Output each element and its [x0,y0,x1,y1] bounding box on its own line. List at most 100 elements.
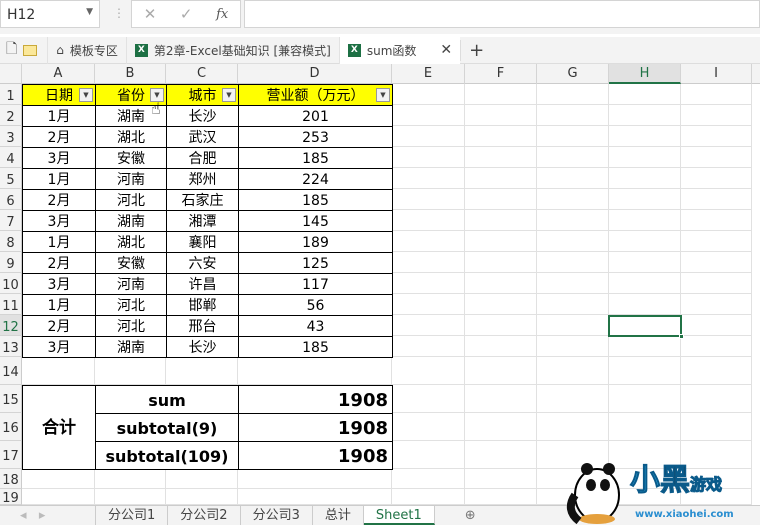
cell[interactable] [392,126,465,147]
tab-sum-function[interactable]: Xsum函数 ✕ [338,36,461,64]
row-header-16[interactable]: 16 [0,413,22,441]
column-header-G[interactable]: G [537,64,609,84]
cell[interactable] [392,189,465,210]
data-cell[interactable]: 合肥 [166,147,239,169]
cell[interactable] [465,210,537,231]
data-cell[interactable]: 河南 [95,168,167,190]
data-cell[interactable]: 湖北 [95,231,167,253]
cell[interactable] [392,357,465,385]
data-cell[interactable]: 1月 [22,168,96,190]
data-cell[interactable]: 湖南 [95,210,167,232]
fx-icon[interactable]: fx [216,7,228,22]
data-cell[interactable]: 185 [238,147,393,169]
row-header-9[interactable]: 9 [0,252,22,273]
row-header-6[interactable]: 6 [0,189,22,210]
cell[interactable] [537,294,609,315]
row-header-19[interactable]: 19 [0,489,22,506]
add-tab-icon[interactable]: + [460,39,492,61]
cell[interactable] [166,357,238,385]
cell[interactable] [22,357,95,385]
header-cell-2[interactable]: 城市 ▼ [166,84,239,106]
cell[interactable] [609,273,681,294]
data-cell[interactable]: 河北 [95,294,167,316]
cell[interactable] [392,210,465,231]
column-header-I[interactable]: I [681,64,752,84]
new-file-icon[interactable]: 🗋 [0,38,23,62]
cell[interactable] [681,105,752,126]
data-cell[interactable]: 许昌 [166,273,239,295]
cell[interactable] [537,210,609,231]
cell[interactable] [166,469,238,489]
header-cell-3[interactable]: 营业额（万元） ▼ [238,84,393,106]
cell[interactable] [392,469,465,489]
sheet-tab-total[interactable]: 总计 [313,506,364,525]
cell[interactable] [537,84,609,105]
data-cell[interactable]: 3月 [22,336,96,358]
cell[interactable] [609,336,681,357]
cell[interactable] [609,252,681,273]
chevron-down-icon[interactable]: ▼ [86,7,93,17]
cell[interactable] [22,469,95,489]
cell[interactable] [609,147,681,168]
cell[interactable] [465,168,537,189]
close-icon[interactable]: ✕ [440,42,452,58]
data-cell[interactable]: 201 [238,105,393,127]
cell[interactable] [465,273,537,294]
column-header-F[interactable]: F [465,64,537,84]
row-header-4[interactable]: 4 [0,147,22,168]
cell[interactable] [392,489,465,505]
row-header-18[interactable]: 18 [0,469,22,489]
cell[interactable] [392,231,465,252]
row-header-2[interactable]: 2 [0,105,22,126]
cell[interactable] [95,469,166,489]
cell[interactable] [681,126,752,147]
row-header-5[interactable]: 5 [0,168,22,189]
data-cell[interactable]: 长沙 [166,336,239,358]
data-cell[interactable]: 2月 [22,315,96,337]
selected-cell-h12[interactable] [608,315,684,339]
sheet-tab-sheet1[interactable]: Sheet1 [363,506,435,525]
summary-value[interactable]: 1908 [238,385,393,414]
cell[interactable] [392,105,465,126]
cell[interactable] [609,126,681,147]
row-header-10[interactable]: 10 [0,273,22,294]
column-header-A[interactable]: A [22,64,95,84]
data-cell[interactable]: 郑州 [166,168,239,190]
cell[interactable] [681,413,752,441]
row-header-13[interactable]: 13 [0,336,22,357]
cell[interactable] [22,489,95,505]
cell[interactable] [465,441,537,469]
cell[interactable] [465,357,537,385]
cell[interactable] [537,189,609,210]
cell[interactable] [681,210,752,231]
cell[interactable] [609,413,681,441]
data-cell[interactable]: 湘潭 [166,210,239,232]
filter-dropdown-icon[interactable]: ▼ [79,88,93,102]
cell[interactable] [537,105,609,126]
enter-icon[interactable]: ✓ [180,5,193,23]
cell[interactable] [465,231,537,252]
cell[interactable] [537,147,609,168]
data-cell[interactable]: 145 [238,210,393,232]
data-cell[interactable]: 2月 [22,252,96,274]
cell[interactable] [465,84,537,105]
data-cell[interactable]: 邯郸 [166,294,239,316]
cell[interactable] [392,294,465,315]
cell[interactable] [465,315,537,336]
data-cell[interactable]: 253 [238,126,393,148]
select-all-button[interactable] [0,64,22,84]
cell[interactable] [537,357,609,385]
data-cell[interactable]: 湖北 [95,126,167,148]
data-cell[interactable]: 2月 [22,126,96,148]
row-header-12[interactable]: 12 [0,315,22,336]
data-cell[interactable]: 武汉 [166,126,239,148]
data-cell[interactable]: 安徽 [95,252,167,274]
row-header-11[interactable]: 11 [0,294,22,315]
summary-name[interactable]: subtotal(109) [95,441,239,470]
cell[interactable] [681,252,752,273]
cell[interactable] [681,231,752,252]
data-cell[interactable]: 1月 [22,231,96,253]
cell[interactable] [681,357,752,385]
cell[interactable] [465,294,537,315]
summary-label[interactable]: 合计 [22,385,96,470]
